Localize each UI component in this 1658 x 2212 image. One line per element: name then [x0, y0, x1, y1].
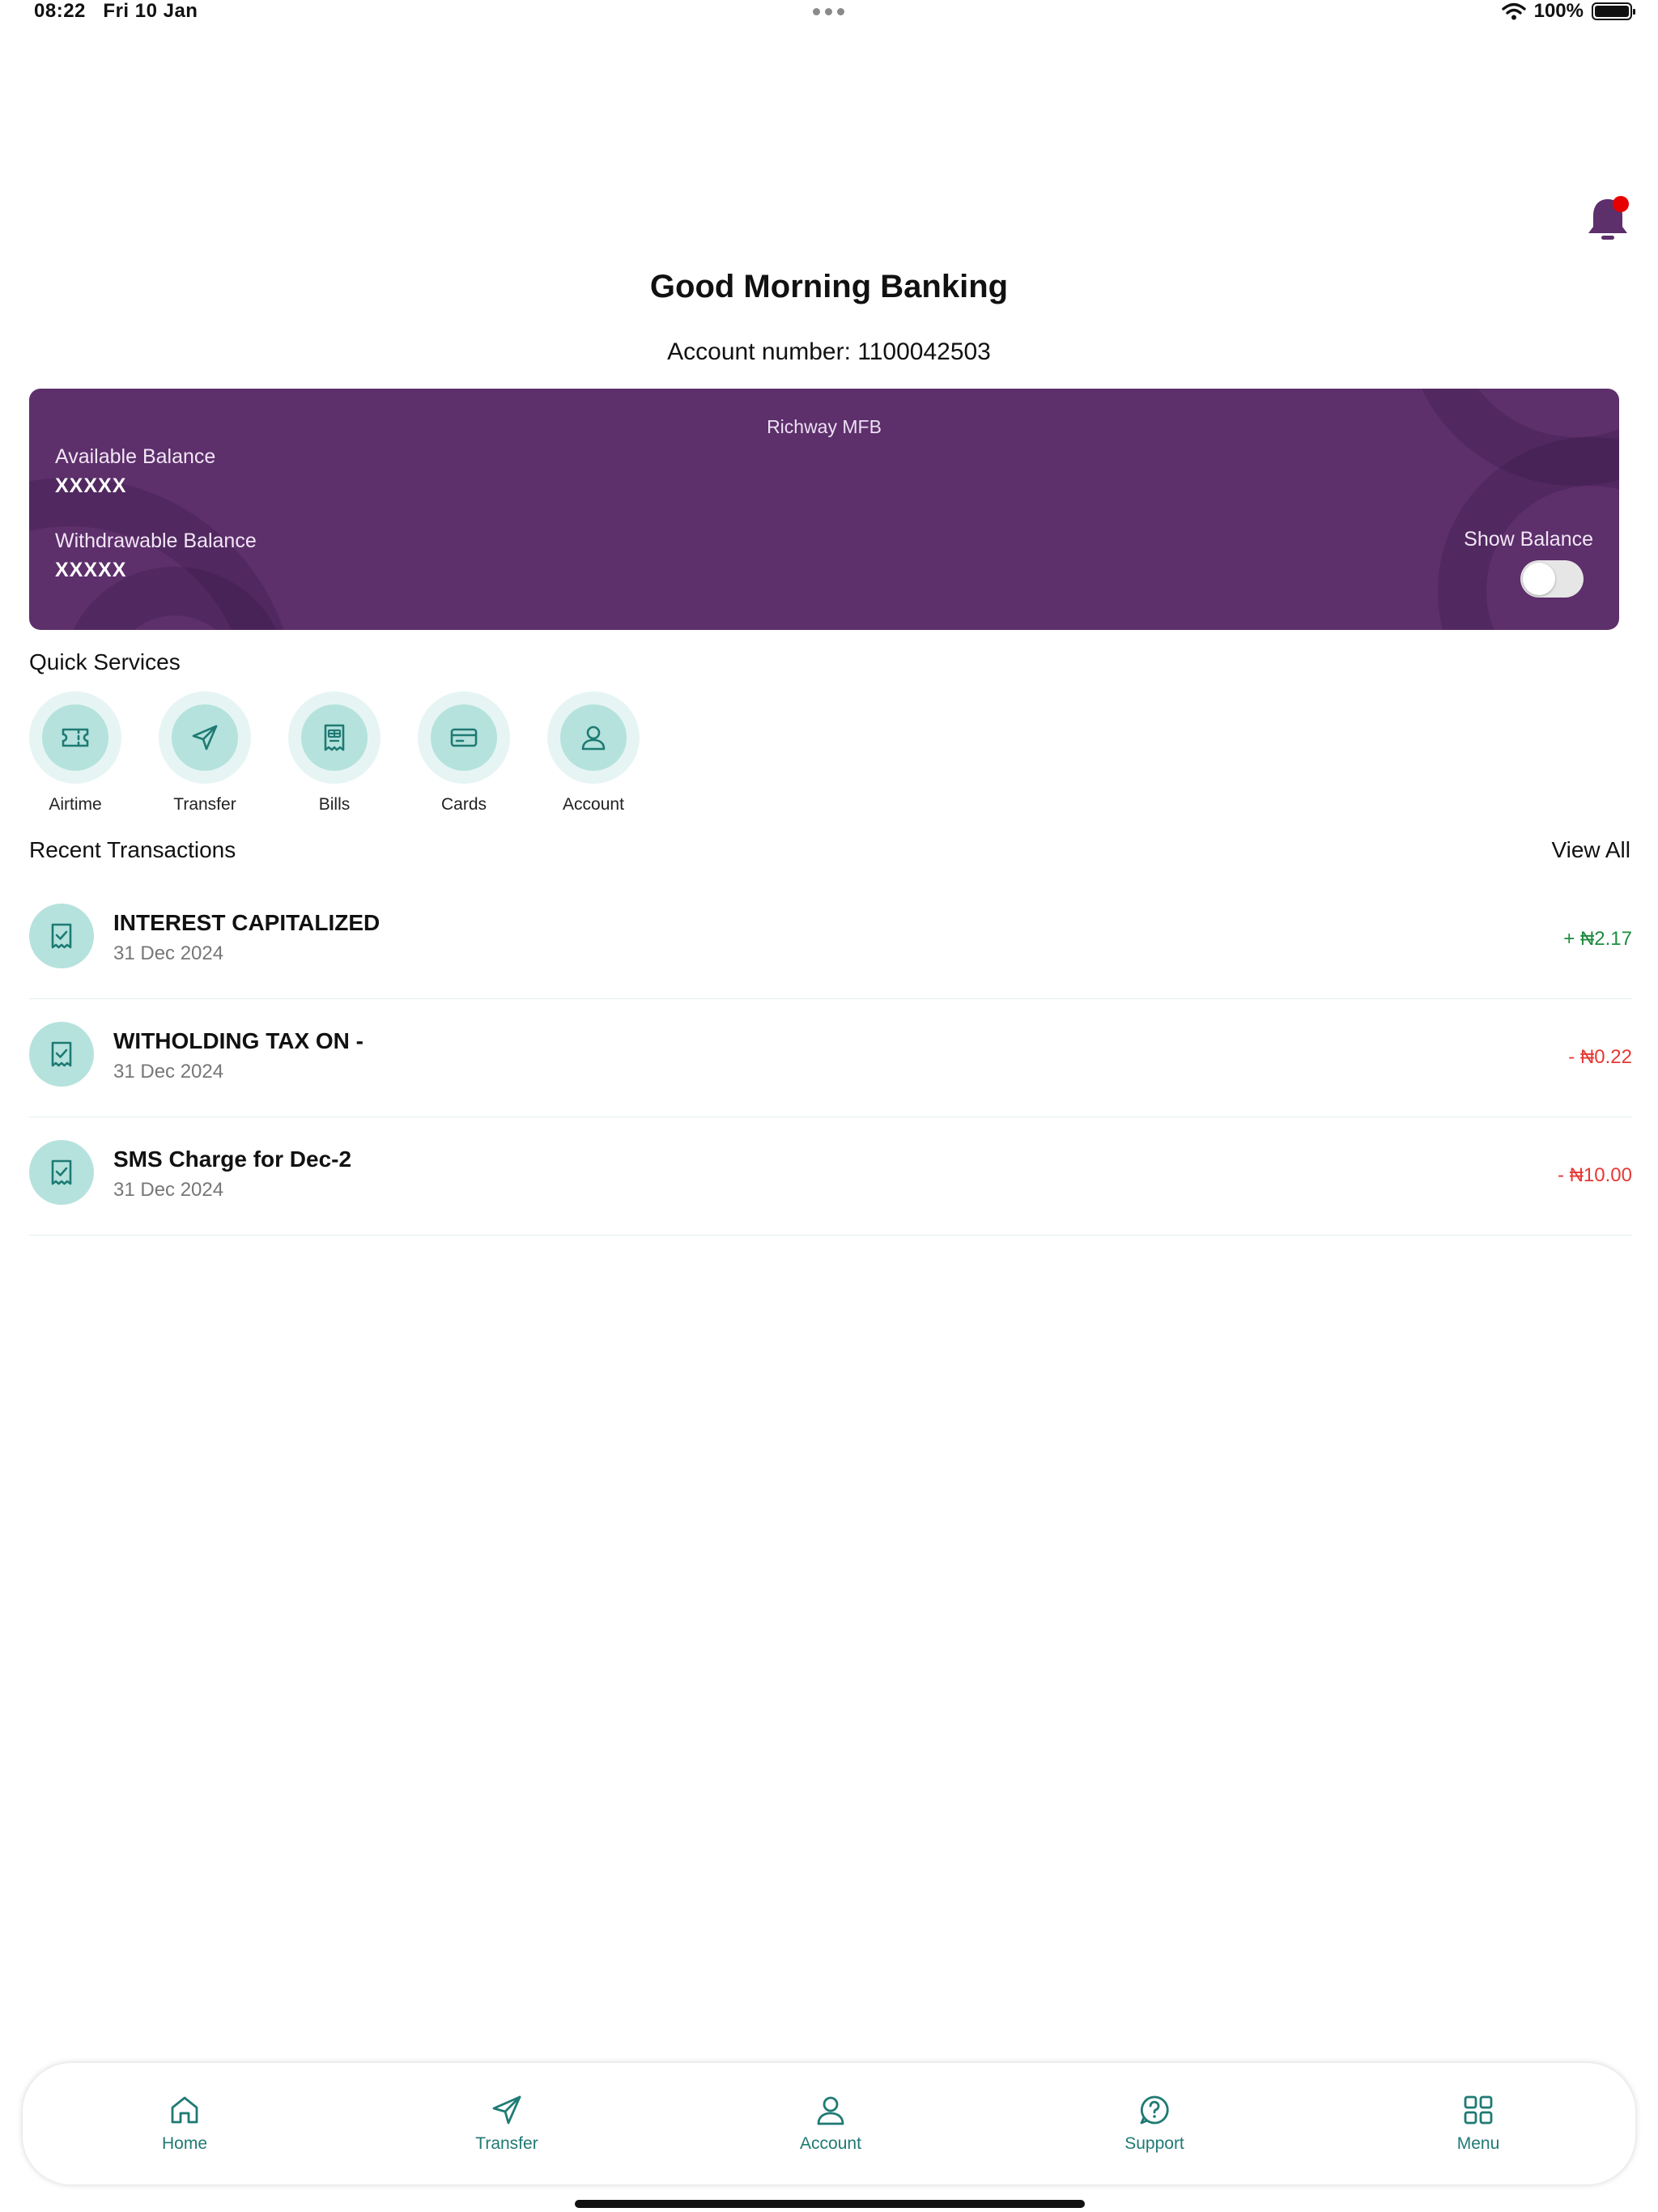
card-icon [450, 728, 478, 747]
show-balance-label: Show Balance [1464, 528, 1593, 551]
nav-label: Transfer [475, 2134, 538, 2153]
battery-percent: 100% [1533, 0, 1584, 22]
home-icon [171, 2096, 198, 2124]
transaction-row[interactable]: WITHOLDING TAX ON - 31 Dec 2024 - ₦0.22 [29, 999, 1632, 1117]
notification-badge [1613, 196, 1629, 212]
page-title: Good Morning Banking [649, 269, 1009, 304]
receipt-check-icon [51, 1159, 72, 1185]
nav-support[interactable]: Support [1073, 2092, 1235, 2154]
service-label: Airtime [49, 795, 102, 814]
bank-name: Richway MFB [767, 416, 882, 437]
account-number: Account number: 1100042503 [667, 338, 991, 365]
ticket-icon [62, 728, 89, 747]
nav-label: Support [1124, 2134, 1184, 2153]
battery-icon [1592, 2, 1635, 20]
nav-home[interactable]: Home [104, 2092, 266, 2154]
transaction-row[interactable]: INTEREST CAPITALIZED 31 Dec 2024 + ₦2.17 [29, 881, 1632, 999]
nav-label: Menu [1456, 2134, 1500, 2153]
transaction-name: INTEREST CAPITALIZED [113, 910, 380, 935]
service-airtime[interactable]: Airtime [29, 691, 121, 815]
status-date: Fri 10 Jan [103, 0, 198, 22]
send-icon [492, 2095, 521, 2125]
service-transfer[interactable]: Transfer [159, 691, 251, 815]
service-label: Cards [440, 795, 487, 814]
send-icon [192, 725, 218, 751]
wifi-icon [1501, 2, 1526, 20]
service-bills[interactable]: Bills [288, 691, 380, 815]
view-all-link[interactable]: View All [1551, 837, 1630, 863]
transaction-row[interactable]: SMS Charge for Dec-2 31 Dec 2024 - ₦10.0… [29, 1117, 1632, 1236]
transaction-date: 31 Dec 2024 [113, 1061, 224, 1083]
status-bar: 08:22 Fri 10 Jan 100% [0, 0, 1658, 24]
service-cards[interactable]: Cards [418, 691, 510, 815]
grid-icon [1464, 2095, 1493, 2125]
receipt-check-icon [51, 923, 72, 949]
multitasking-dots[interactable] [813, 8, 844, 15]
available-balance-value: XXXXX [55, 474, 127, 497]
transaction-amount: - ₦0.22 [1568, 1046, 1632, 1068]
transaction-date: 31 Dec 2024 [113, 942, 224, 964]
transaction-amount: + ₦2.17 [1563, 928, 1632, 950]
available-balance-label: Available Balance [55, 445, 216, 468]
transaction-amount: - ₦10.00 [1557, 1164, 1632, 1186]
service-label: Account [563, 795, 624, 814]
withdrawable-balance-label: Withdrawable Balance [55, 530, 257, 552]
transaction-name: WITHOLDING TAX ON - [113, 1028, 363, 1053]
show-balance-toggle[interactable] [1520, 560, 1584, 598]
nav-label: Account [800, 2134, 861, 2153]
receipt-check-icon [51, 1041, 72, 1067]
service-account[interactable]: Account [547, 691, 640, 815]
user-icon [581, 725, 606, 751]
quick-services-title: Quick Services [29, 649, 181, 674]
notification-button[interactable] [1585, 194, 1630, 245]
nav-transfer[interactable]: Transfer [426, 2092, 588, 2154]
nav-label: Home [161, 2134, 208, 2153]
status-indicators: 100% [1501, 0, 1635, 23]
transaction-date: 31 Dec 2024 [113, 1179, 224, 1201]
help-icon [1140, 2095, 1169, 2125]
home-indicator[interactable] [575, 2200, 1085, 2208]
status-clock: 08:22 [34, 0, 86, 22]
nav-menu[interactable]: Menu [1397, 2092, 1559, 2154]
nav-account[interactable]: Account [750, 2092, 912, 2154]
withdrawable-balance-value: XXXXX [55, 559, 127, 581]
transaction-name: SMS Charge for Dec-2 [113, 1146, 352, 1172]
user-icon [817, 2096, 844, 2125]
service-label: Transfer [173, 795, 236, 814]
receipt-icon [324, 724, 345, 751]
status-time: 08:22 Fri 10 Jan [34, 0, 198, 23]
service-label: Bills [318, 795, 351, 814]
bottom-nav: Home Transfer Account Support Menu [23, 2063, 1635, 2184]
recent-transactions-title: Recent Transactions [29, 837, 236, 862]
balance-card: Richway MFB Available Balance XXXXX With… [29, 389, 1619, 630]
